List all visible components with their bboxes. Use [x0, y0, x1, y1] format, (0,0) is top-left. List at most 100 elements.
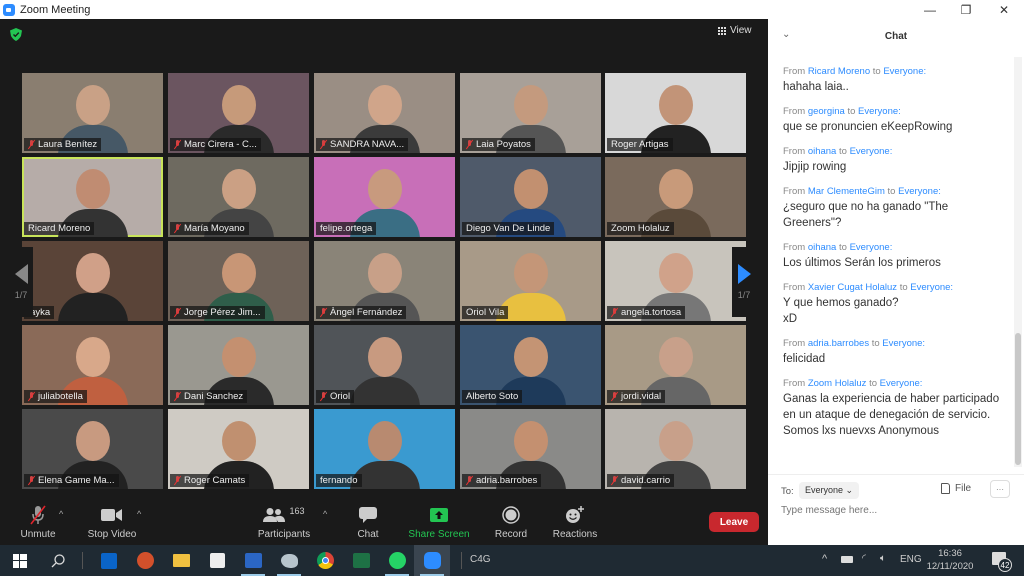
- audio-options-caret[interactable]: ^: [59, 509, 63, 519]
- participant-tile[interactable]: juliabotella: [22, 325, 163, 405]
- unmute-button[interactable]: Unmute: [18, 497, 58, 545]
- recipient-name[interactable]: Everyone:: [858, 106, 901, 117]
- video-camera-icon: [101, 504, 123, 526]
- clock[interactable]: 16:36 12/11/2020: [925, 547, 975, 573]
- sender-name[interactable]: Zoom Holaluz: [808, 378, 867, 389]
- participant-video: [222, 253, 256, 293]
- participant-tile[interactable]: Elena Game Ma...: [22, 409, 163, 489]
- participant-tile[interactable]: Oriol: [314, 325, 455, 405]
- chat-scrollbar[interactable]: [1015, 333, 1021, 465]
- participant-tile[interactable]: Diego Van De Linde: [460, 157, 601, 237]
- sender-name[interactable]: Mar ClementeGim: [808, 186, 885, 197]
- participant-name-label: jordi.vidal: [607, 390, 666, 403]
- participants-button[interactable]: 163 Participants: [255, 497, 313, 545]
- participant-tile[interactable]: angela.tortosa: [605, 241, 746, 321]
- participant-tile[interactable]: Ricard Moreno: [22, 157, 163, 237]
- sender-name[interactable]: oihana: [808, 242, 837, 253]
- participant-tile[interactable]: Roger Artigas: [605, 73, 746, 153]
- participant-tile[interactable]: fernando: [314, 409, 455, 489]
- participants-options-caret[interactable]: ^: [323, 509, 327, 519]
- recipient-select[interactable]: Everyone ⌄: [799, 482, 860, 499]
- video-options-caret[interactable]: ^: [137, 509, 141, 519]
- leave-button[interactable]: Leave: [709, 512, 759, 532]
- search-button[interactable]: [40, 545, 76, 576]
- language-indicator[interactable]: ENG: [900, 554, 922, 565]
- participant-tile[interactable]: jordi.vidal: [605, 325, 746, 405]
- next-page-button[interactable]: 1/7: [732, 247, 756, 317]
- taskbar-word[interactable]: [235, 545, 271, 576]
- participant-tile[interactable]: layka: [22, 241, 163, 321]
- sender-name[interactable]: Xavier Cugat Holaluz: [808, 282, 897, 293]
- taskbar-excel[interactable]: [343, 545, 379, 576]
- microphone-muted-icon: [174, 308, 181, 317]
- share-screen-button[interactable]: Share Screen: [407, 497, 471, 545]
- taskbar-toolbar-label[interactable]: C4G: [470, 554, 491, 565]
- reactions-button[interactable]: Reactions: [551, 497, 599, 545]
- taskbar-outlook[interactable]: [91, 545, 127, 576]
- show-hidden-icons-chevron[interactable]: ^: [822, 553, 827, 565]
- close-button[interactable]: ✕: [986, 0, 1022, 19]
- participant-name-label: Jorge Pérez Jim...: [170, 306, 265, 319]
- volume-icon[interactable]: 🔈︎: [880, 553, 886, 564]
- minimize-button[interactable]: —: [912, 0, 948, 19]
- participant-tile[interactable]: felipe.ortega: [314, 157, 455, 237]
- participant-tile[interactable]: SANDRA NAVA...: [314, 73, 455, 153]
- record-icon: [502, 504, 520, 526]
- previous-page-button[interactable]: 1/7: [9, 247, 33, 317]
- recipient-name[interactable]: Everyone:: [910, 282, 953, 293]
- participant-tile[interactable]: Oriol Vila: [460, 241, 601, 321]
- windows-start-button[interactable]: [2, 545, 38, 576]
- sender-name[interactable]: georgina: [808, 106, 845, 117]
- participants-icon: 163: [263, 504, 305, 526]
- chevron-down-icon[interactable]: ⌄: [782, 29, 790, 40]
- recipient-name[interactable]: Everyone:: [850, 146, 893, 157]
- stop-video-button[interactable]: Stop Video: [82, 497, 142, 545]
- taskbar-zoom[interactable]: [414, 545, 450, 576]
- participant-tile[interactable]: Jorge Pérez Jim...: [168, 241, 309, 321]
- taskbar-whatsapp[interactable]: [379, 545, 415, 576]
- participant-tile[interactable]: Dani Sanchez: [168, 325, 309, 405]
- message-input[interactable]: [781, 505, 1011, 516]
- participant-tile[interactable]: Laura Benítez: [22, 73, 163, 153]
- from-prefix: From: [783, 242, 806, 253]
- sender-name[interactable]: Ricard Moreno: [808, 66, 870, 77]
- recipient-name[interactable]: Everyone:: [883, 66, 926, 77]
- participant-tile[interactable]: Zoom Holaluz: [605, 157, 746, 237]
- battery-icon[interactable]: [841, 556, 853, 563]
- taskbar-paint[interactable]: [271, 545, 307, 576]
- to-word: to: [838, 146, 847, 157]
- participant-tile[interactable]: Alberto Soto: [460, 325, 601, 405]
- wifi-icon[interactable]: ◜: [862, 553, 866, 564]
- recipient-name[interactable]: Everyone:: [880, 378, 923, 389]
- chat-message-header: From georgina to Everyone:: [783, 105, 1008, 119]
- taskbar-chrome[interactable]: [307, 545, 343, 576]
- participant-tile[interactable]: Àngel Fernández: [314, 241, 455, 321]
- sender-name[interactable]: adria.barrobes: [808, 338, 869, 349]
- participant-name: Laura Benítez: [38, 139, 98, 150]
- participant-tile[interactable]: Roger Camats: [168, 409, 309, 489]
- stop-video-label: Stop Video: [87, 529, 137, 540]
- participant-tile[interactable]: María Moyano: [168, 157, 309, 237]
- participant-tile[interactable]: david.carrio: [605, 409, 746, 489]
- chat-message: From oihana to Everyone: Los últimos Será…: [783, 241, 1008, 271]
- file-button[interactable]: File: [941, 483, 971, 494]
- participant-tile[interactable]: Laia Poyatos: [460, 73, 601, 153]
- view-button[interactable]: View: [718, 25, 752, 36]
- taskbar-file-explorer[interactable]: [163, 545, 199, 576]
- recipient-name[interactable]: Everyone:: [898, 186, 941, 197]
- taskbar-store[interactable]: [199, 545, 235, 576]
- paint-palette-icon: [280, 553, 298, 568]
- record-button[interactable]: Record: [491, 497, 531, 545]
- security-shield-icon[interactable]: [10, 28, 22, 41]
- recipient-name[interactable]: Everyone:: [882, 338, 925, 349]
- participant-tile[interactable]: adria.barrobes: [460, 409, 601, 489]
- action-center-button[interactable]: 42: [990, 550, 1012, 572]
- more-options-button[interactable]: ···: [990, 480, 1010, 498]
- sender-name[interactable]: oihana: [808, 146, 837, 157]
- to-word: to: [871, 338, 880, 349]
- chat-button[interactable]: Chat: [350, 497, 386, 545]
- taskbar-powerpoint[interactable]: [127, 545, 163, 576]
- maximize-button[interactable]: ❐: [948, 0, 984, 19]
- participant-tile[interactable]: Marc Cirera - C...: [168, 73, 309, 153]
- recipient-name[interactable]: Everyone:: [850, 242, 893, 253]
